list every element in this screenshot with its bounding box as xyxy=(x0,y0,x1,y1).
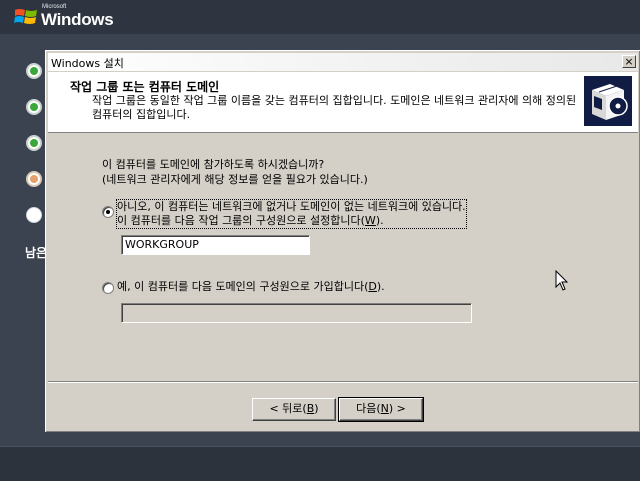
remaining-time-label: 남은 xyxy=(25,246,45,260)
question-line-2: (네트워크 관리자에게 해당 정보를 얻을 필요가 있습니다.) xyxy=(102,173,368,186)
windows-wordmark: Windows xyxy=(41,10,114,29)
setup-step-3-done xyxy=(26,135,42,151)
dialog-title-bar[interactable]: Windows 설치 × xyxy=(48,53,638,71)
question-line-1: 이 컴퓨터를 도메인에 참가하도록 하시겠습니까? xyxy=(102,158,325,171)
mouse-pointer-icon xyxy=(555,270,569,291)
setup-step-4-current xyxy=(26,171,42,187)
wizard-header-title: 작업 그룹 또는 컴퓨터 도메인 xyxy=(70,80,220,94)
setup-step-2-done xyxy=(26,99,42,115)
workgroup-radio[interactable] xyxy=(102,206,114,218)
windows-setup-dialog: Windows 설치 × 작업 그룹 또는 컴퓨터 도메인 작업 그룹은 동일한… xyxy=(45,50,640,432)
setup-bottom-bar xyxy=(0,446,640,481)
workgroup-name-input[interactable]: WORKGROUP xyxy=(121,235,310,255)
windows-logo: Microsoft Windows xyxy=(14,3,144,31)
domain-name-input xyxy=(121,303,472,323)
windows-flag-icon xyxy=(14,9,37,24)
join-domain-question: 이 컴퓨터를 도메인에 참가하도록 하시겠습니까? (네트워크 관리자에게 해당… xyxy=(102,157,368,187)
next-button[interactable]: 다음(N) > xyxy=(338,397,424,422)
close-icon: × xyxy=(624,55,634,68)
workgroup-option-line-1: 아니오, 이 컴퓨터는 네트워크에 없거나 도메인이 없는 네트워크에 있습니다… xyxy=(117,200,466,213)
wizard-header: 작업 그룹 또는 컴퓨터 도메인 작업 그룹은 동일한 작업 그룹 이름을 갖는… xyxy=(48,72,638,133)
domain-radio[interactable] xyxy=(102,282,114,294)
button-separator xyxy=(48,381,638,383)
setup-step-1-done xyxy=(26,63,42,79)
workgroup-option-line-2: 이 컴퓨터를 다음 작업 그룹의 구성원으로 설정합니다(W). xyxy=(117,214,384,227)
setup-box-icon xyxy=(584,76,632,126)
workgroup-option-label[interactable]: 아니오, 이 컴퓨터는 네트워크에 없거나 도메인이 없는 네트워크에 있습니다… xyxy=(116,199,467,229)
dialog-title: Windows 설치 xyxy=(51,57,124,70)
setup-step-5-todo xyxy=(26,207,42,223)
back-button[interactable]: < 뒤로(B) xyxy=(252,398,336,421)
setup-top-bar: Microsoft Windows xyxy=(0,0,640,34)
wizard-header-description: 작업 그룹은 동일한 작업 그룹 이름을 갖는 컴퓨터의 집합입니다. 도메인은… xyxy=(92,94,577,121)
domain-option-label[interactable]: 예, 이 컴퓨터를 다음 도메인의 구성원으로 가입합니다(D). xyxy=(117,280,385,294)
close-button[interactable]: × xyxy=(622,55,636,68)
